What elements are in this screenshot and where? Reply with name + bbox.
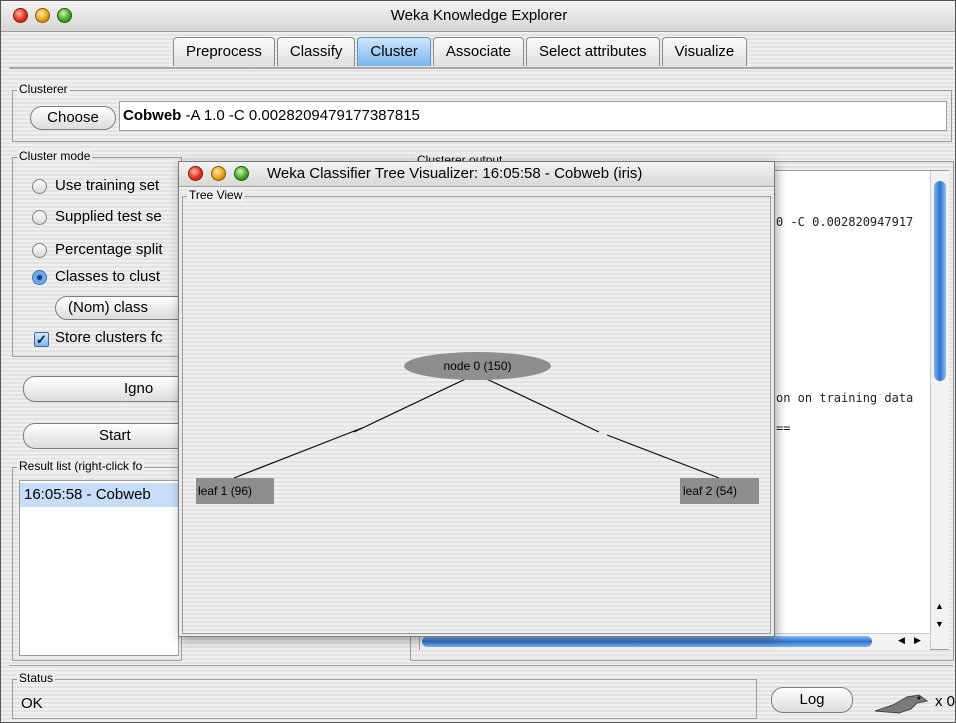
store-clusters-label: Store clusters fc — [55, 329, 163, 346]
output-line: on on training data — [776, 391, 914, 405]
clusterer-legend: Clusterer — [17, 82, 70, 96]
tree-edges — [233, 373, 720, 479]
tab-select-attributes[interactable]: Select attributes — [525, 37, 660, 66]
result-list[interactable]: 16:05:58 - Cobweb — [19, 480, 182, 656]
output-vertical-scrollbar[interactable]: ▲ ▼ — [930, 171, 949, 649]
percentage-split-radio[interactable] — [32, 243, 47, 258]
title-bar: Weka Knowledge Explorer — [1, 1, 955, 32]
tab-cluster[interactable]: Cluster — [357, 37, 431, 66]
choose-button[interactable]: Choose — [30, 106, 116, 130]
tab-strip: Preprocess Classify Cluster Associate Se… — [173, 37, 749, 67]
tab-classify[interactable]: Classify — [276, 37, 356, 66]
scheme-name: Cobweb — [123, 107, 182, 124]
tab-associate[interactable]: Associate — [432, 37, 524, 66]
scroll-left-arrow-icon[interactable]: ◀ — [898, 635, 905, 646]
tree-leaf-node[interactable]: leaf 1 (96) — [196, 478, 274, 504]
supplied-test-set-radio[interactable] — [32, 210, 47, 225]
tab-preprocess[interactable]: Preprocess — [173, 37, 275, 66]
tab-divider — [9, 67, 953, 69]
use-training-set-label: Use training set — [55, 177, 160, 194]
store-clusters-checkbox[interactable]: ✓ — [34, 332, 49, 347]
output-line: == — [776, 421, 791, 435]
log-button[interactable]: Log — [771, 687, 853, 713]
status-text: OK — [21, 695, 43, 712]
result-list-group: Result list (right-click fo 16:05:58 - C… — [12, 459, 182, 661]
use-training-set-radio[interactable] — [32, 179, 47, 194]
weka-bird-icon — [874, 694, 929, 714]
output-horizontal-scroll-thumb[interactable] — [422, 636, 872, 647]
tree-visualizer-window: Weka Classifier Tree Visualizer: 16:05:5… — [178, 161, 775, 637]
result-list-legend: Result list (right-click fo — [17, 459, 145, 473]
supplied-test-set-label: Supplied test se — [55, 208, 162, 225]
output-line: 0 -C 0.002820947917 — [776, 215, 914, 229]
task-count: x 0 — [935, 693, 956, 710]
main-window: Weka Knowledge Explorer Preprocess Class… — [0, 0, 956, 723]
clusterer-group: Clusterer Choose Cobweb -A 1.0 -C 0.0028… — [12, 82, 952, 142]
classes-to-clusters-label: Classes to clust — [55, 268, 161, 285]
scroll-down-arrow-icon[interactable]: ▼ — [935, 619, 944, 629]
status-legend: Status — [17, 671, 56, 685]
cluster-mode-group: Cluster mode Use training set Supplied t… — [12, 149, 195, 357]
window-title: Weka Knowledge Explorer — [390, 7, 568, 24]
tab-visualize[interactable]: Visualize — [661, 37, 748, 66]
scroll-up-arrow-icon[interactable]: ▲ — [935, 601, 944, 611]
scroll-right-arrow-icon[interactable]: ▶ — [914, 635, 921, 646]
tree-root-node[interactable]: node 0 (150) — [404, 352, 551, 380]
output-vertical-scroll-thumb[interactable] — [934, 181, 946, 381]
clusterer-config-field[interactable]: Cobweb -A 1.0 -C 0.0028209479177387815 — [119, 101, 947, 131]
percentage-split-label: Percentage split — [55, 241, 163, 258]
cluster-mode-legend: Cluster mode — [17, 149, 93, 163]
classes-to-clusters-radio[interactable] — [32, 270, 47, 285]
scheme-options: -A 1.0 -C 0.0028209479177387815 — [181, 107, 420, 124]
status-divider — [9, 665, 953, 666]
status-group: Status OK — [12, 671, 757, 719]
class-select-dropdown[interactable]: (Nom) class — [55, 296, 195, 320]
result-list-item[interactable]: 16:05:58 - Cobweb — [20, 483, 182, 507]
tree-leaf-node[interactable]: leaf 2 (54) — [680, 478, 759, 504]
